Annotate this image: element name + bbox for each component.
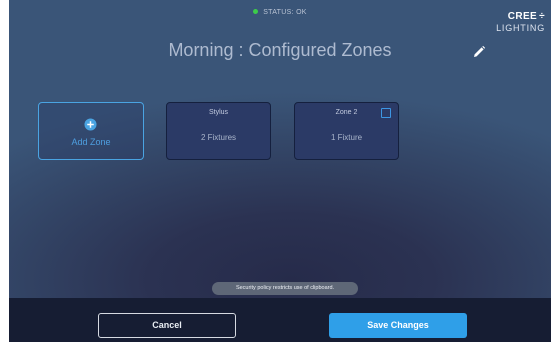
brand-name: CREE bbox=[507, 11, 538, 22]
app-screen: STATUS: OK CREE ÷ LIGHTING Morning : Conf… bbox=[9, 0, 551, 342]
brand-mark: ÷ bbox=[539, 11, 545, 22]
brand-sub: LIGHTING bbox=[496, 23, 545, 33]
status-dot-icon bbox=[253, 8, 259, 14]
clipboard-toast: Security policy restricts use of clipboa… bbox=[212, 282, 358, 295]
zone-name: Stylus bbox=[208, 109, 229, 116]
add-zone-button[interactable]: Add Zone bbox=[38, 102, 144, 160]
zone-fixture-count: 2 Fixtures bbox=[200, 133, 237, 142]
zone-fixture-count: 1 Fixture bbox=[330, 133, 363, 142]
page-title: Morning : Configured Zones bbox=[168, 40, 392, 60]
brand-logo: CREE ÷ LIGHTING bbox=[496, 12, 545, 33]
zone-card-zone-2[interactable]: Zone 2 1 Fixture bbox=[294, 102, 399, 160]
zone-card-stylus[interactable]: Stylus 2 Fixtures bbox=[166, 102, 271, 160]
cancel-button[interactable]: Cancel bbox=[98, 313, 236, 338]
save-changes-button[interactable]: Save Changes bbox=[329, 313, 467, 338]
zone-select-checkbox[interactable] bbox=[381, 108, 391, 118]
plus-circle-icon bbox=[84, 118, 97, 131]
add-zone-label: Add Zone bbox=[71, 137, 111, 147]
status-text: STATUS: OK bbox=[263, 9, 307, 16]
pencil-icon[interactable] bbox=[472, 45, 486, 59]
footer-bar: Cancel Save Changes bbox=[9, 298, 551, 342]
status-indicator: STATUS: OK bbox=[9, 8, 551, 16]
